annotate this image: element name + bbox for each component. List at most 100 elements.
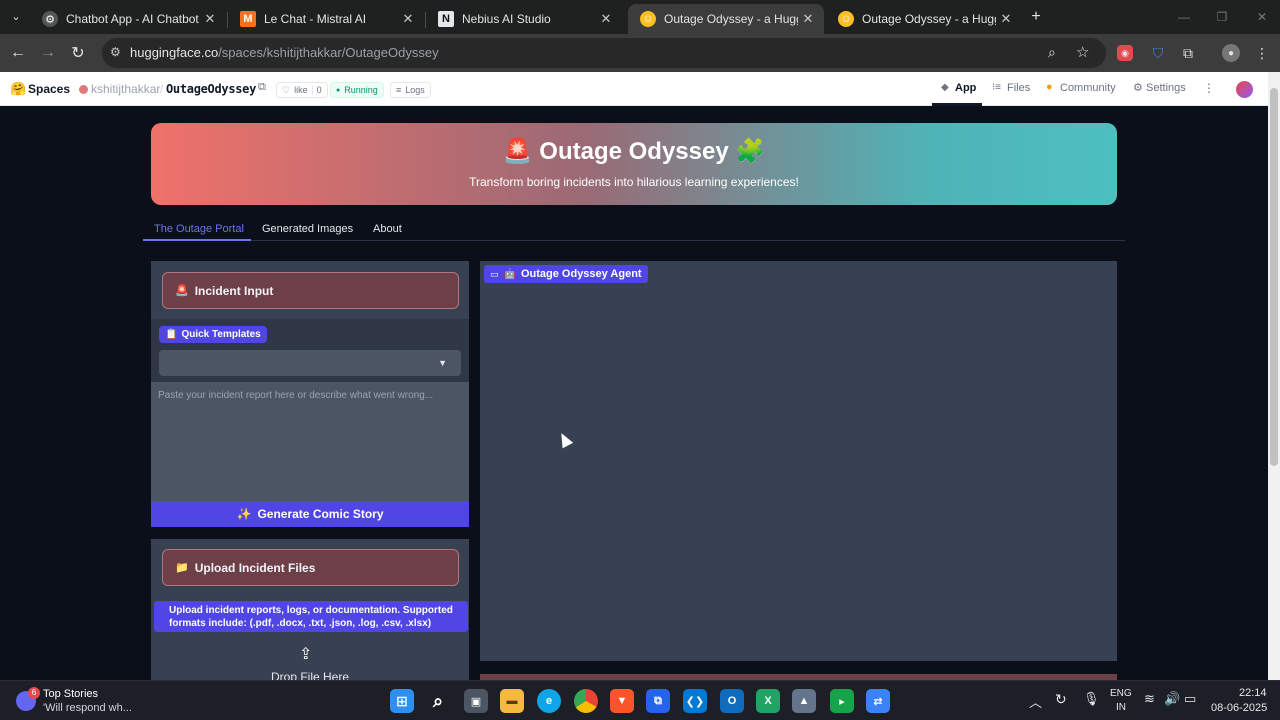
- app-subtitle: Transform boring incidents into hilariou…: [469, 175, 799, 189]
- tab-generated-images[interactable]: Generated Images: [262, 223, 353, 235]
- owner-link[interactable]: kshitijthakkar: [91, 82, 160, 96]
- gear-icon: ⚙: [42, 11, 58, 27]
- news-subtitle: 'Will respond wh...: [43, 702, 132, 714]
- close-icon[interactable]: ✕: [798, 11, 818, 27]
- language-bottom[interactable]: IN: [1116, 702, 1126, 713]
- like-button[interactable]: ♡ like 0: [276, 82, 328, 98]
- browser-tab-nebius[interactable]: N Nebius AI Studio ✕: [426, 4, 622, 34]
- sync-icon[interactable]: ↻: [1055, 691, 1067, 708]
- chrome-icon[interactable]: [574, 689, 598, 713]
- scrollbar-thumb[interactable]: [1270, 88, 1278, 466]
- language-top[interactable]: ENG: [1110, 688, 1132, 699]
- extensions-puzzle-icon[interactable]: ⧉: [1178, 43, 1198, 63]
- address-bar[interactable]: ⚙ huggingface.co/spaces/kshitijthakkar/O…: [102, 38, 1106, 68]
- photo-app-icon[interactable]: ▲: [792, 689, 816, 713]
- start-windows-icon[interactable]: ⊞: [390, 689, 414, 713]
- network-app-icon[interactable]: ⇄: [866, 689, 890, 713]
- windows-taskbar: 6 Top Stories 'Will respond wh... ⊞ ⌕ ▣ …: [0, 680, 1280, 720]
- close-window-button[interactable]: ✕: [1250, 5, 1274, 29]
- excel-icon[interactable]: X: [756, 689, 780, 713]
- zoom-icon[interactable]: ⌕: [1048, 44, 1056, 61]
- bookmark-star-icon[interactable]: ☆: [1076, 43, 1089, 61]
- close-icon[interactable]: ✕: [398, 11, 418, 27]
- clipboard-icon: 📋: [165, 329, 178, 340]
- like-count: 0: [311, 85, 322, 95]
- tab-search-button[interactable]: ⌄: [4, 4, 28, 28]
- edge-icon[interactable]: e: [537, 689, 561, 713]
- upload-files-title: Upload Incident Files: [194, 560, 316, 575]
- more-options-icon[interactable]: ⋮: [1203, 81, 1215, 95]
- battery-icon[interactable]: ▭: [1184, 691, 1196, 707]
- quick-templates-text: Quick Templates: [181, 329, 261, 340]
- news-widget[interactable]: 6 Top Stories 'Will respond wh...: [16, 687, 166, 715]
- nav-settings-tab[interactable]: Settings: [1146, 82, 1186, 94]
- agent-label-text: Outage Odyssey Agent: [520, 268, 642, 280]
- outlook-icon[interactable]: O: [720, 689, 744, 713]
- browser-tab-outage-odyssey[interactable]: ☺ Outage Odyssey - a Hugging Fa ✕: [826, 4, 1022, 34]
- nav-community-tab[interactable]: Community: [1060, 82, 1116, 94]
- show-hidden-icons-icon[interactable]: ︿: [1029, 692, 1042, 711]
- upload-icon: ⇪: [299, 646, 313, 663]
- app-banner: 🚨 Outage Odyssey 🧩 Transform boring inci…: [151, 123, 1117, 205]
- siren-icon: 🚨: [502, 138, 533, 165]
- reload-icon[interactable]: ↻: [66, 41, 90, 65]
- nav-files-tab[interactable]: Files: [1007, 82, 1030, 94]
- task-view-icon[interactable]: ▣: [464, 689, 488, 713]
- agent-chat-panel[interactable]: [480, 261, 1117, 661]
- browser-tab-chatbot[interactable]: ⚙ Chatbot App - AI Chatbot ✕: [30, 4, 226, 34]
- file-drop-zone[interactable]: ⇪ Drop File Here: [151, 636, 469, 680]
- tab-about[interactable]: About: [373, 223, 402, 235]
- search-icon[interactable]: ⌕: [426, 689, 450, 713]
- user-avatar[interactable]: [1236, 81, 1253, 98]
- forward-arrow-icon[interactable]: →: [36, 41, 60, 65]
- wifi-icon[interactable]: ≋: [1144, 691, 1155, 707]
- close-icon[interactable]: ✕: [996, 11, 1016, 27]
- generate-label: Generate Comic Story: [257, 507, 384, 521]
- browser-tab-strip: ⌄ ⚙ Chatbot App - AI Chatbot ✕ M Le Chat…: [0, 0, 1280, 34]
- back-arrow-icon[interactable]: ←: [6, 41, 30, 65]
- spaces-link[interactable]: Spaces: [28, 82, 70, 96]
- store-icon[interactable]: ⧉: [646, 689, 670, 713]
- hugging-face-icon: ☺: [838, 11, 854, 27]
- browser-tab-outage-odyssey-active[interactable]: ☺ Outage Odyssey - a Hugging Fa ✕: [628, 4, 824, 34]
- clock-date[interactable]: 08-06-2025: [1211, 702, 1267, 714]
- nav-app-tab[interactable]: App: [955, 82, 976, 94]
- gradio-app: 🚨 Outage Odyssey 🧩 Transform boring inci…: [0, 106, 1268, 680]
- incident-input-title: Incident Input: [194, 283, 274, 298]
- heart-icon: ♡: [282, 84, 291, 95]
- new-tab-button[interactable]: +: [1024, 5, 1048, 29]
- clock-time[interactable]: 22:14: [1239, 687, 1267, 699]
- quick-templates-dropdown[interactable]: ▼: [159, 350, 461, 376]
- extension-red-icon[interactable]: ◉: [1117, 45, 1133, 61]
- file-explorer-icon[interactable]: ▬: [500, 689, 524, 713]
- restore-window-button[interactable]: ❐: [1210, 5, 1234, 29]
- extension-shield-icon[interactable]: ⛉: [1148, 43, 1168, 63]
- status-dot-icon: ●: [336, 86, 341, 94]
- microphone-icon[interactable]: 🎙: [1083, 691, 1100, 707]
- hf-spaces-header: 🤗 Spaces kshitijthakkar / OutageOdyssey …: [0, 72, 1268, 106]
- browser-tab-le-chat[interactable]: M Le Chat - Mistral AI ✕: [228, 4, 424, 34]
- copy-icon[interactable]: ⧉: [258, 81, 266, 94]
- incident-textarea[interactable]: [151, 382, 469, 501]
- browser-menu-icon[interactable]: ⋮: [1252, 43, 1272, 63]
- community-icon: ●: [1046, 81, 1053, 93]
- tab-label: Nebius AI Studio: [462, 12, 551, 26]
- logs-button[interactable]: ≡ Logs: [390, 82, 431, 98]
- generate-comic-story-button[interactable]: ✨ Generate Comic Story: [151, 501, 469, 527]
- logs-label: Logs: [405, 85, 425, 95]
- repo-name[interactable]: OutageOdyssey: [166, 82, 256, 96]
- tab-outage-portal[interactable]: The Outage Portal: [154, 223, 244, 235]
- tab-label: Outage Odyssey - a Hugging Fa: [664, 12, 798, 26]
- vscode-icon[interactable]: ❮❯: [683, 689, 707, 713]
- close-icon[interactable]: ✕: [596, 11, 616, 27]
- volume-icon[interactable]: 🔊: [1164, 691, 1180, 707]
- app-title-text: Outage Odyssey: [539, 138, 729, 165]
- news-badge: 6: [28, 687, 40, 699]
- tab-label: Outage Odyssey - a Hugging Fa: [862, 12, 996, 26]
- profile-avatar[interactable]: ●: [1222, 44, 1240, 62]
- brave-icon[interactable]: ▼: [610, 689, 634, 713]
- close-icon[interactable]: ✕: [200, 11, 220, 27]
- minimize-window-button[interactable]: —: [1172, 5, 1196, 29]
- terminal-icon[interactable]: ▸: [830, 689, 854, 713]
- site-info-icon[interactable]: ⚙: [110, 45, 121, 59]
